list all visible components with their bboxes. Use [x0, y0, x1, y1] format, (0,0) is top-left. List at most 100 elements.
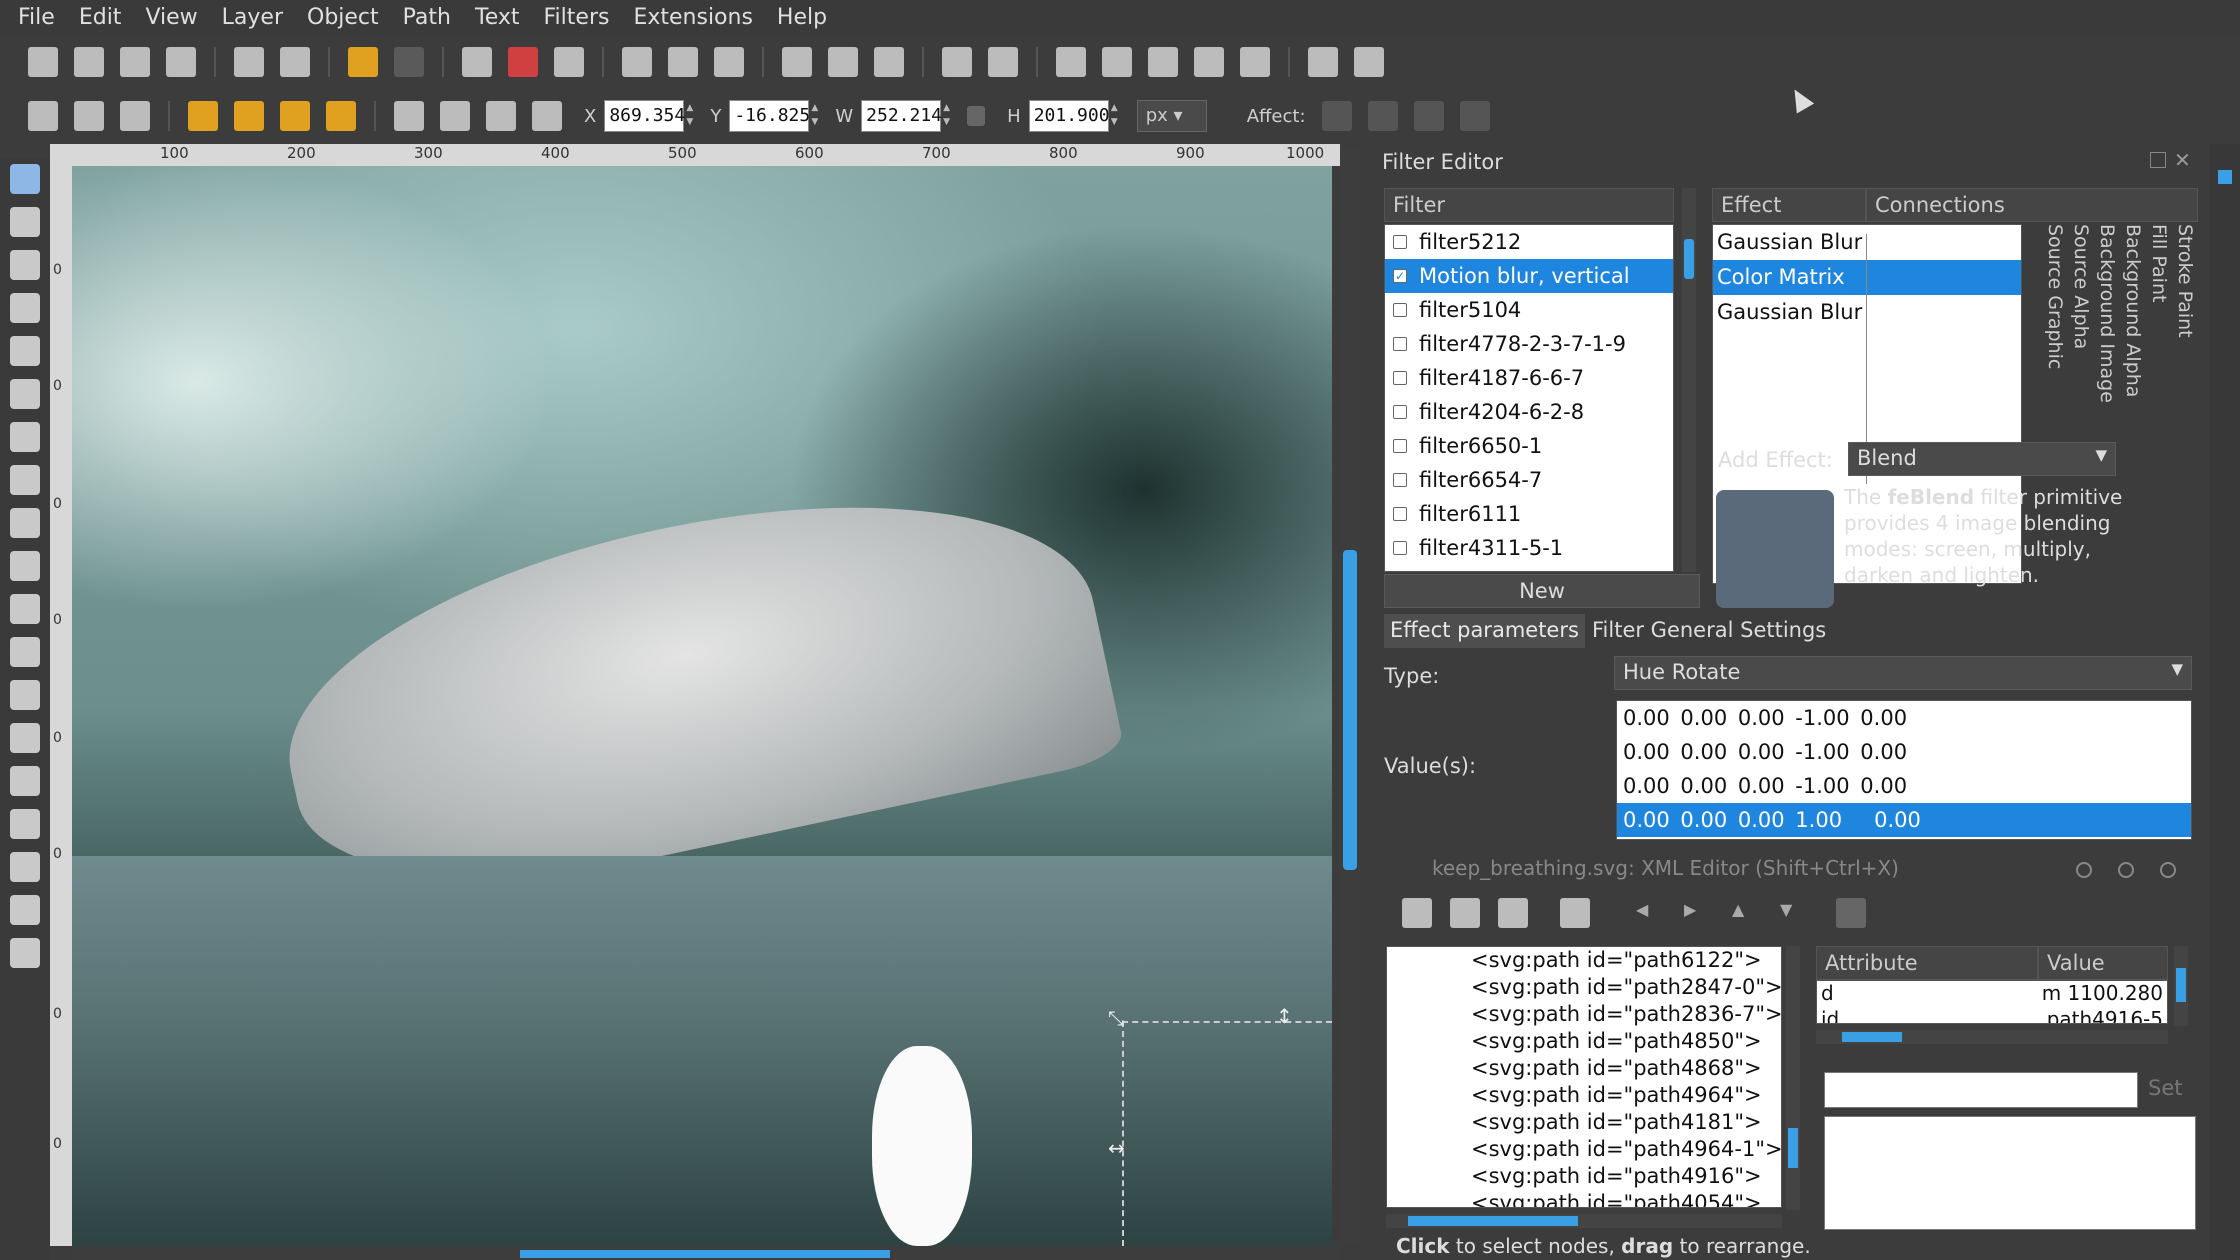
w-spinner[interactable]: ▲ ▼ — [943, 101, 953, 131]
paste-icon[interactable] — [554, 47, 584, 77]
xml-tree-hscroll-thumb[interactable] — [1408, 1216, 1578, 1226]
star-tool-icon[interactable] — [10, 465, 40, 495]
affect-stroke-icon[interactable] — [1321, 101, 1352, 131]
filter-checkbox[interactable] — [1393, 371, 1407, 385]
duplicate-node-icon[interactable] — [1498, 898, 1528, 928]
filter-row[interactable]: filter6654-7 — [1385, 463, 1673, 497]
new-filter-button[interactable]: New — [1384, 574, 1700, 608]
filter-checkbox[interactable] — [1393, 235, 1407, 249]
gradient-tool-icon[interactable] — [10, 852, 40, 882]
menu-help[interactable]: Help — [765, 0, 839, 36]
y-input[interactable]: -16.825 — [729, 100, 810, 132]
open-file-icon[interactable] — [74, 47, 104, 77]
unlink-clone-icon[interactable] — [874, 47, 904, 77]
input-source-graphic[interactable]: Source Graphic — [2044, 224, 2066, 369]
tab-filter-general-settings[interactable]: Filter General Settings — [1586, 614, 1832, 648]
rectangle-tool-icon[interactable] — [10, 336, 40, 366]
horizontal-scroll-thumb[interactable] — [520, 1250, 890, 1258]
h-input[interactable]: 201.900 — [1028, 100, 1110, 132]
drawing-canvas[interactable]: ⤡ ↕ ↔ — [72, 166, 1332, 1246]
vertical-scroll-thumb[interactable] — [1343, 550, 1357, 870]
new-text-node-icon[interactable] — [1450, 898, 1480, 928]
raise-node-icon[interactable]: ▲ — [1732, 900, 1744, 919]
document-properties-icon[interactable] — [1308, 47, 1338, 77]
calligraphy-tool-icon[interactable] — [10, 637, 40, 667]
xml-node[interactable]: <svg:path id="path4964-1"> — [1387, 1136, 1781, 1163]
xml-node[interactable]: <svg:path id="path4868"> — [1387, 1055, 1781, 1082]
menu-view[interactable]: View — [133, 0, 209, 36]
3d-box-tool-icon[interactable] — [10, 379, 40, 409]
eraser-tool-icon[interactable] — [10, 766, 40, 796]
affect-gradients-icon[interactable] — [1413, 101, 1444, 131]
filter-checkbox[interactable] — [1393, 439, 1407, 453]
panel-close-icon[interactable]: ✕ — [2174, 148, 2191, 172]
tweak-tool-icon[interactable] — [10, 250, 40, 280]
filter-row[interactable]: filter5104 — [1385, 293, 1673, 327]
input-background-alpha[interactable]: Background Alpha — [2122, 224, 2144, 397]
clone-icon[interactable] — [828, 47, 858, 77]
filter-checkbox[interactable] — [1393, 405, 1407, 419]
maximize-icon[interactable] — [2118, 862, 2134, 878]
xml-node[interactable]: <svg:path id="path4850"> — [1387, 1028, 1781, 1055]
flip-vertical-icon[interactable] — [326, 101, 356, 131]
unindent-node-icon[interactable]: ◀ — [1636, 900, 1648, 919]
filter-checkbox[interactable] — [1393, 473, 1407, 487]
new-document-icon[interactable] — [28, 47, 58, 77]
paint-bucket-tool-icon[interactable] — [10, 809, 40, 839]
select-all-icon[interactable] — [28, 101, 58, 131]
align-icon[interactable] — [1240, 47, 1270, 77]
pencil-tool-icon[interactable] — [10, 551, 40, 581]
zoom-tool-icon[interactable] — [10, 293, 40, 323]
indent-node-icon[interactable]: ▶ — [1684, 900, 1696, 919]
xml-tree-vscroll-thumb[interactable] — [1788, 1128, 1798, 1168]
text-tool-icon[interactable] — [10, 680, 40, 710]
menu-object[interactable]: Object — [295, 0, 391, 36]
delete-attribute-icon[interactable] — [1836, 898, 1866, 928]
matrix-row[interactable]: 0.00 0.00 0.00 -1.00 0.00 — [1617, 769, 2191, 803]
panel-float-icon[interactable] — [2150, 152, 2166, 168]
input-source-alpha[interactable]: Source Alpha — [2070, 224, 2092, 349]
zoom-selection-icon[interactable] — [622, 47, 652, 77]
type-select[interactable]: Hue Rotate ▼ — [1614, 656, 2192, 690]
xml-node[interactable]: <svg:path id="path4054"> — [1387, 1190, 1781, 1207]
filter-checkbox[interactable] — [1393, 337, 1407, 351]
lower-to-bottom-icon[interactable] — [394, 101, 424, 131]
affect-patterns-icon[interactable] — [1459, 101, 1490, 131]
menu-filters[interactable]: Filters — [532, 0, 622, 36]
filter-row[interactable]: filter4187-6-6-7 — [1385, 361, 1673, 395]
dock-icon[interactable] — [2218, 170, 2232, 184]
pen-tool-icon[interactable] — [10, 594, 40, 624]
matrix-values-table[interactable]: 0.00 0.00 0.00 -1.00 0.00 0.00 0.00 0.00… — [1616, 700, 2192, 840]
export-icon[interactable] — [280, 47, 310, 77]
filter-row[interactable]: filter4204-6-2-8 — [1385, 395, 1673, 429]
rotate-cw-icon[interactable] — [234, 101, 264, 131]
x-input[interactable]: 869.354 — [604, 100, 685, 132]
input-background-image[interactable]: Background Image — [2096, 224, 2118, 403]
dropper-tool-icon[interactable] — [10, 895, 40, 925]
add-effect-select[interactable]: Blend ▼ — [1848, 442, 2116, 476]
scale-handle-icon[interactable]: ⤡ — [1108, 1006, 1124, 1030]
selector-tool-icon[interactable] — [10, 164, 40, 194]
xml-node[interactable]: <svg:path id="path4916"> — [1387, 1163, 1781, 1190]
matrix-row[interactable]: 0.00 0.00 0.00 -1.00 0.00 — [1617, 735, 2191, 769]
flip-horizontal-icon[interactable] — [280, 101, 310, 131]
input-fill-paint[interactable]: Fill Paint — [2148, 224, 2170, 302]
attribute-hscroll-thumb[interactable] — [1842, 1032, 1902, 1042]
preferences-icon[interactable] — [1354, 47, 1384, 77]
spray-tool-icon[interactable] — [10, 723, 40, 753]
menu-file[interactable]: File — [6, 0, 67, 36]
attribute-value-textarea[interactable] — [1824, 1116, 2196, 1230]
select-all-layers-icon[interactable] — [74, 101, 104, 131]
fill-stroke-icon[interactable] — [1056, 47, 1086, 77]
xml-editor-icon[interactable] — [1194, 47, 1224, 77]
attribute-row[interactable]: id path4916-5 — [1817, 1007, 2167, 1023]
xml-node[interactable]: <svg:path id="path4181"> — [1387, 1109, 1781, 1136]
unit-select[interactable]: px ▾ — [1136, 100, 1207, 132]
redo-icon[interactable] — [394, 47, 424, 77]
close-icon[interactable] — [2160, 862, 2176, 878]
group-icon[interactable] — [942, 47, 972, 77]
matrix-row[interactable]: 0.00 0.00 0.00 1.00 0.00 — [1617, 803, 2191, 837]
xml-node[interactable]: <svg:path id="path4964"> — [1387, 1082, 1781, 1109]
new-element-node-icon[interactable] — [1402, 898, 1432, 928]
cut-icon[interactable] — [508, 47, 538, 77]
